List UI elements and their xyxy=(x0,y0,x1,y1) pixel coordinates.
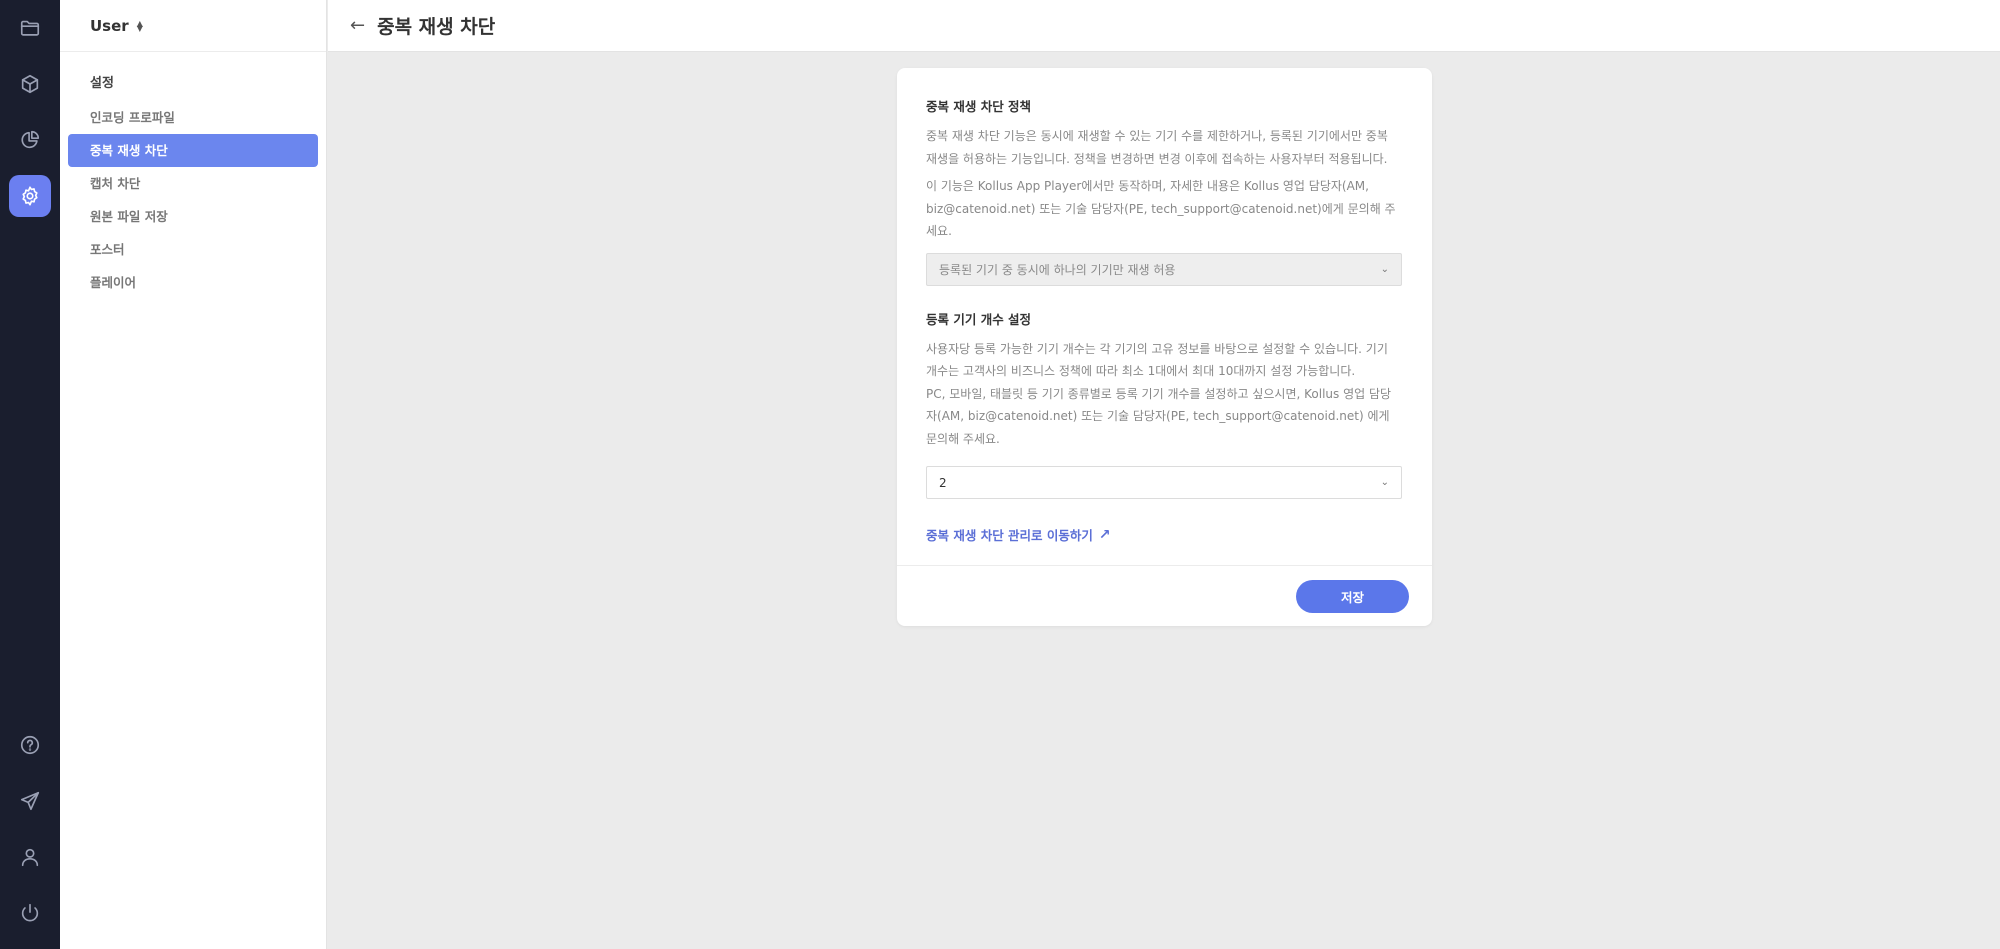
updown-icon: ▲ ▼ xyxy=(136,18,143,33)
chevron-down-icon: ⌄ xyxy=(1380,477,1389,488)
sidebar-item-original-file-storage[interactable]: 원본 파일 저장 xyxy=(68,200,318,233)
save-button[interactable]: 저장 xyxy=(1296,580,1409,613)
folder-icon[interactable] xyxy=(9,7,51,49)
user-icon[interactable] xyxy=(9,836,51,878)
policy-description: 중복 재생 차단 기능은 동시에 재생할 수 있는 기기 수를 제한하거나, 등… xyxy=(926,129,1388,166)
sidebar-item-duplicate-playback-block[interactable]: 중복 재생 차단 xyxy=(68,134,318,167)
sidebar-item-capture-block[interactable]: 캡처 차단 xyxy=(68,167,318,200)
sidebar-item-poster[interactable]: 포스터 xyxy=(68,233,318,266)
device-count-select-value: 2 xyxy=(939,475,947,490)
policy-note: 이 기능은 Kollus App Player에서만 동작하며, 자세한 내용은… xyxy=(926,179,1396,238)
card-footer: 저장 xyxy=(897,565,1432,626)
sidebar-item-encoding-profile[interactable]: 인코딩 프로파일 xyxy=(68,101,318,134)
nav-section: 설정 인코딩 프로파일 중복 재생 차단 캡처 차단 원본 파일 저장 포스터 … xyxy=(60,52,326,299)
page-title: 중복 재생 차단 xyxy=(377,16,496,38)
manage-link-label: 중복 재생 차단 관리로 이동하기 xyxy=(926,528,1093,543)
sidebar-item-player[interactable]: 플레이어 xyxy=(68,266,318,299)
chart-icon[interactable] xyxy=(9,119,51,161)
help-icon[interactable] xyxy=(9,724,51,766)
policy-title: 중복 재생 차단 정책 xyxy=(926,99,1032,114)
nav-heading: 설정 xyxy=(90,76,114,91)
icon-rail xyxy=(0,0,60,949)
device-count-title: 등록 기기 개수 설정 xyxy=(926,311,1032,327)
user-switcher[interactable]: User ▲ ▼ xyxy=(60,0,326,52)
device-count-select[interactable]: 2 ⌄ xyxy=(926,466,1402,499)
manage-link[interactable]: 중복 재생 차단 관리로 이동하기 ↗ xyxy=(926,525,1111,544)
external-link-icon: ↗ xyxy=(1098,526,1111,543)
back-arrow-icon[interactable]: ← xyxy=(350,16,365,35)
card-body: 중복 재생 차단 정책 중복 재생 차단 기능은 동시에 재생할 수 있는 기기… xyxy=(897,68,1432,544)
device-count-description: 사용자당 등록 가능한 기기 개수는 각 기기의 고유 정보를 바탕으로 설정할… xyxy=(926,341,1388,379)
page-header: ← 중복 재생 차단 xyxy=(328,0,2000,52)
gear-icon[interactable] xyxy=(9,175,51,217)
settings-card: 중복 재생 차단 정책 중복 재생 차단 기능은 동시에 재생할 수 있는 기기… xyxy=(897,68,1432,626)
policy-select-value: 등록된 기기 중 동시에 하나의 기기만 재생 허용 xyxy=(939,262,1176,277)
policy-select[interactable]: 등록된 기기 중 동시에 하나의 기기만 재생 허용 ⌄ xyxy=(926,252,1402,286)
device-count-note: PC, 모바일, 태블릿 등 기기 종류별로 등록 기기 개수를 설정하고 싶으… xyxy=(926,386,1392,446)
send-icon[interactable] xyxy=(9,780,51,822)
cube-icon[interactable] xyxy=(9,63,51,105)
chevron-down-icon: ⌄ xyxy=(1380,263,1389,275)
power-icon[interactable] xyxy=(9,892,51,934)
settings-sidebar: User ▲ ▼ 설정 인코딩 프로파일 중복 재생 차단 캡처 차단 원본 파일… xyxy=(60,0,327,949)
user-label: User xyxy=(90,16,129,35)
